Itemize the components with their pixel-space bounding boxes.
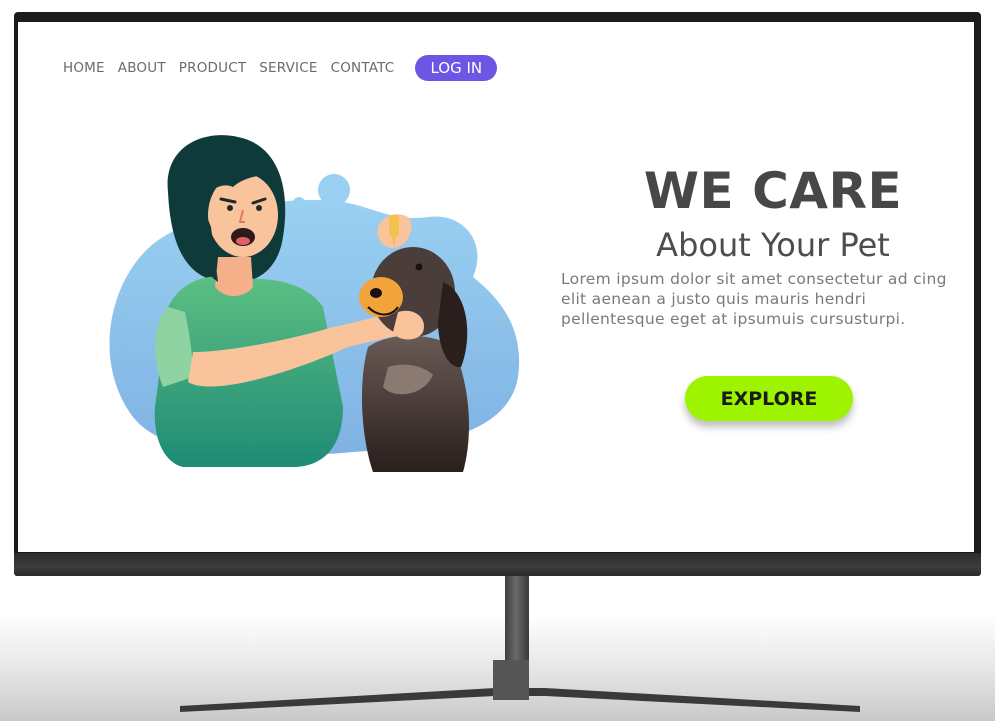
neck — [215, 257, 253, 296]
hero-description: Lorem ipsum dolor sit amet consectetur a… — [561, 270, 947, 328]
nav-home-link[interactable]: HOME — [63, 60, 105, 76]
bubble-large — [318, 174, 350, 206]
monitor-bottom-bezel — [14, 553, 981, 576]
monitor-screen: HOME ABOUT PRODUCT SERVICE CONTATC LOG I… — [18, 22, 974, 552]
nav-about-link[interactable]: ABOUT — [118, 60, 166, 76]
hero-subtitle: About Your Pet — [656, 226, 890, 264]
woman-giving-dog-eye-drops-illustration — [109, 135, 520, 472]
nav-contact-link[interactable]: CONTATC — [331, 60, 395, 76]
nav-product-link[interactable]: PRODUCT — [179, 60, 247, 76]
explore-button[interactable]: EXPLORE — [685, 376, 853, 421]
bubble-small — [293, 197, 305, 209]
monitor-stand-base — [180, 660, 860, 712]
login-button[interactable]: LOG IN — [415, 55, 498, 81]
hero-title: WE CARE — [643, 162, 903, 220]
dog-snout — [359, 277, 403, 317]
dropper-icon — [389, 215, 399, 237]
top-nav: HOME ABOUT PRODUCT SERVICE CONTATC LOG I… — [63, 52, 498, 84]
nav-service-link[interactable]: SERVICE — [259, 60, 317, 76]
